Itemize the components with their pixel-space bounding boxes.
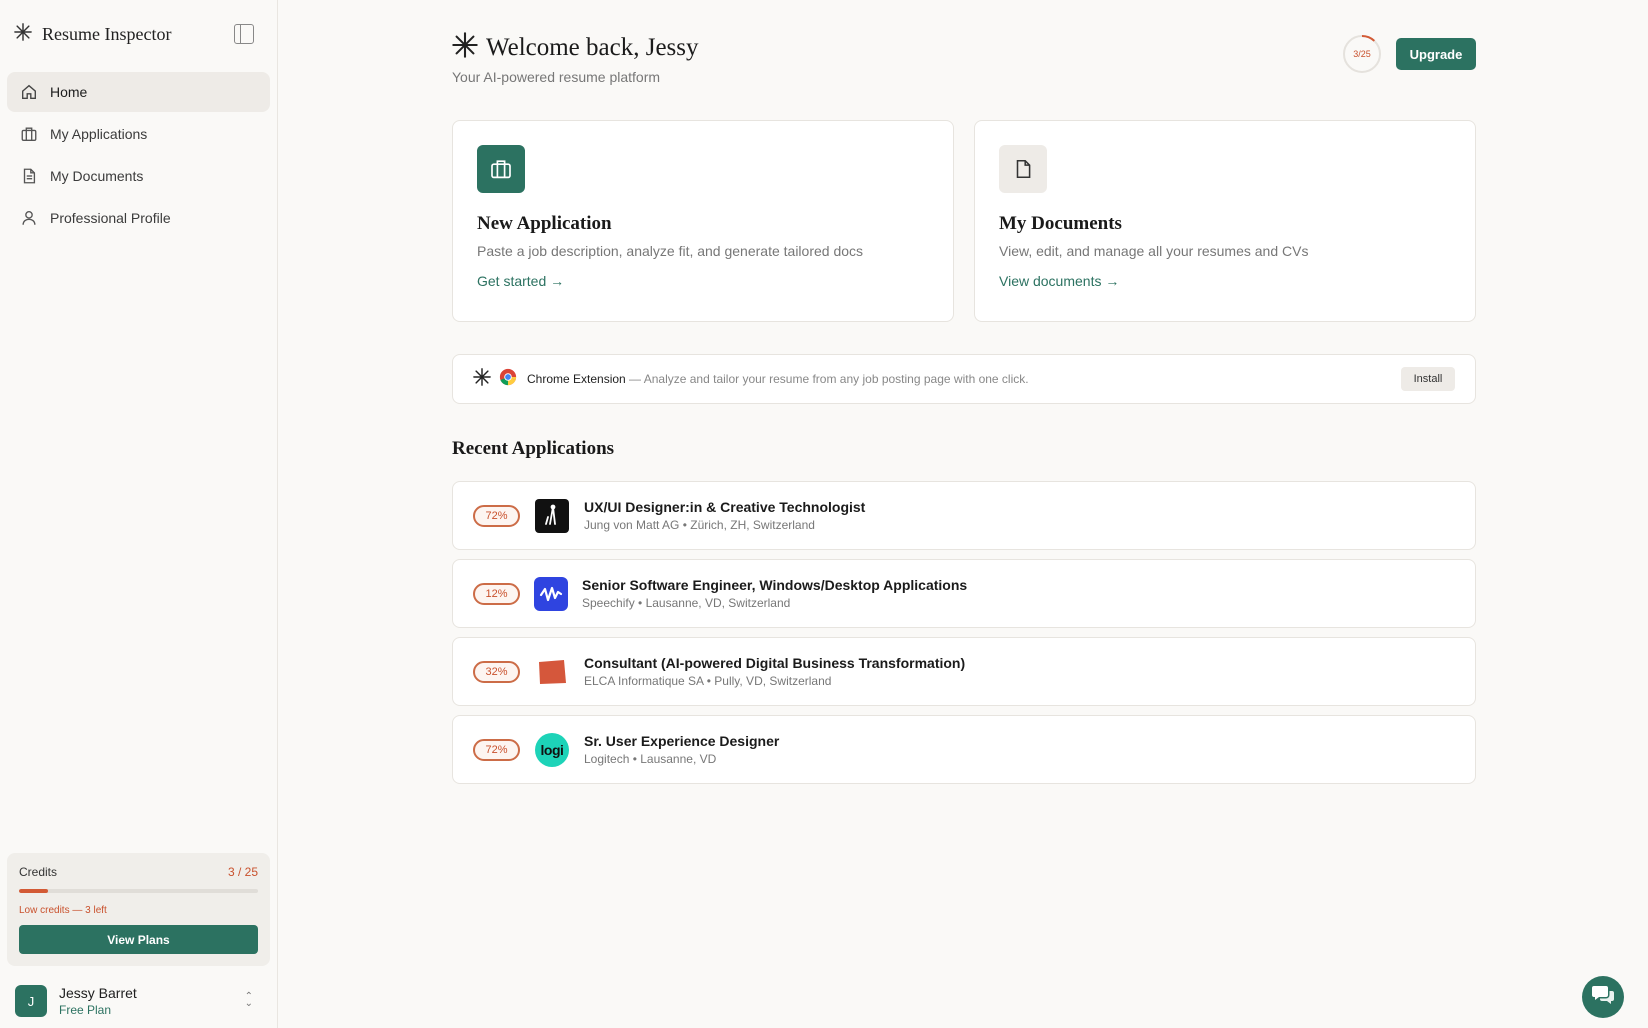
usage-ring: 3/25 (1342, 34, 1382, 74)
app-title: Resume Inspector (42, 23, 172, 44)
sidebar-item-label: Home (50, 84, 88, 100)
sidebar-toggle-icon[interactable] (234, 24, 254, 44)
sidebar-item-label: My Documents (50, 168, 144, 184)
sidebar-item-my-applications[interactable]: My Applications (7, 114, 270, 154)
application-row[interactable]: 32% Consultant (AI-powered Digital Busin… (452, 637, 1476, 706)
credits-progress-fill (19, 889, 48, 893)
application-meta: Jung von Matt AG • Zürich, ZH, Switzerla… (584, 518, 815, 532)
match-score-badge: 12% (473, 582, 520, 605)
page-subtitle: Your AI-powered resume platform (452, 69, 661, 85)
application-title: Sr. User Experience Designer (584, 733, 780, 749)
application-meta: Logitech • Lausanne, VD (584, 752, 717, 766)
card-title: New Application (477, 213, 612, 234)
extension-name: Chrome Extension (527, 372, 626, 386)
sidebar-item-my-documents[interactable]: My Documents (7, 156, 270, 196)
sparkle-icon (473, 367, 491, 391)
page-header: Welcome back, Jessy Your AI-powered resu… (452, 32, 1476, 92)
jung-von-matt-logo (535, 498, 569, 533)
application-row[interactable]: 72% UX/UI Designer:in & Creative Technol… (452, 481, 1476, 550)
application-meta: Speechify • Lausanne, VD, Switzerland (582, 596, 791, 610)
application-row[interactable]: 12% Senior Software Engineer, Windows/De… (452, 559, 1476, 628)
match-score-badge: 72% (473, 504, 520, 527)
chat-icon (1591, 984, 1615, 1011)
sidebar: Resume Inspector Home My Applications My… (0, 0, 278, 1028)
application-row[interactable]: 72% logi Sr. User Experience Designer Lo… (452, 715, 1476, 784)
credits-card: Credits 3 / 25 Low credits — 3 left View… (7, 853, 270, 966)
page-title: Welcome back, Jessy (486, 33, 699, 61)
user-menu[interactable]: J Jessy Barret Free Plan ⌃ ⌄ (15, 984, 263, 1018)
chevron-up-down-icon: ⌃ ⌄ (244, 991, 253, 1009)
sidebar-item-home[interactable]: Home (7, 72, 270, 112)
low-credits-warning: Low credits — 3 left (19, 905, 107, 916)
chrome-icon (499, 368, 517, 391)
user-plan: Free Plan (59, 1003, 112, 1017)
sparkle-icon (452, 32, 478, 63)
credits-progress-bar (19, 889, 258, 893)
briefcase-icon (477, 145, 525, 193)
briefcase-icon (20, 125, 38, 143)
sidebar-item-label: My Applications (50, 126, 148, 142)
extension-description: — Analyze and tailor your resume from an… (625, 372, 1029, 386)
credits-label: Credits (19, 865, 58, 879)
document-icon (999, 145, 1047, 193)
avatar: J (15, 985, 47, 1017)
my-documents-card[interactable]: My Documents View, edit, and manage all … (974, 120, 1476, 322)
brand[interactable]: Resume Inspector (14, 20, 171, 48)
sparkle-logo-icon (14, 22, 32, 46)
elca-logo (535, 655, 569, 689)
new-application-card[interactable]: New Application Paste a job description,… (452, 120, 954, 322)
usage-ring-label: 3/25 (1353, 49, 1371, 59)
install-button[interactable]: Install (1401, 367, 1455, 391)
chrome-extension-banner: Chrome Extension — Analyze and tailor yo… (452, 354, 1476, 404)
match-score-badge: 32% (473, 660, 520, 683)
get-started-link[interactable]: Get started → (477, 273, 564, 289)
chat-support-button[interactable] (1582, 976, 1624, 1018)
credits-count: 3 / 25 (227, 865, 258, 879)
upgrade-button[interactable]: Upgrade (1396, 38, 1476, 70)
sidebar-item-professional-profile[interactable]: Professional Profile (7, 198, 270, 238)
match-score-badge: 72% (473, 738, 520, 761)
application-meta: ELCA Informatique SA • Pully, VD, Switze… (584, 674, 832, 688)
card-title: My Documents (999, 213, 1122, 234)
logitech-logo: logi (535, 732, 569, 767)
document-icon (20, 167, 38, 185)
card-description: Paste a job description, analyze fit, an… (477, 243, 864, 259)
application-title: Consultant (AI-powered Digital Business … (584, 655, 966, 671)
application-title: UX/UI Designer:in & Creative Technologis… (584, 499, 866, 515)
home-icon (20, 83, 38, 101)
speechify-logo (534, 576, 568, 611)
user-icon (20, 209, 38, 227)
card-description: View, edit, and manage all your resumes … (999, 243, 1309, 259)
view-plans-button[interactable]: View Plans (19, 925, 258, 954)
application-title: Senior Software Engineer, Windows/Deskto… (582, 577, 968, 593)
recent-applications-title: Recent Applications (452, 438, 615, 459)
sidebar-nav: Home My Applications My Documents Profes… (7, 72, 270, 240)
user-name: Jessy Barret (59, 985, 137, 1001)
sidebar-item-label: Professional Profile (50, 210, 171, 226)
view-documents-link[interactable]: View documents → (999, 273, 1119, 289)
